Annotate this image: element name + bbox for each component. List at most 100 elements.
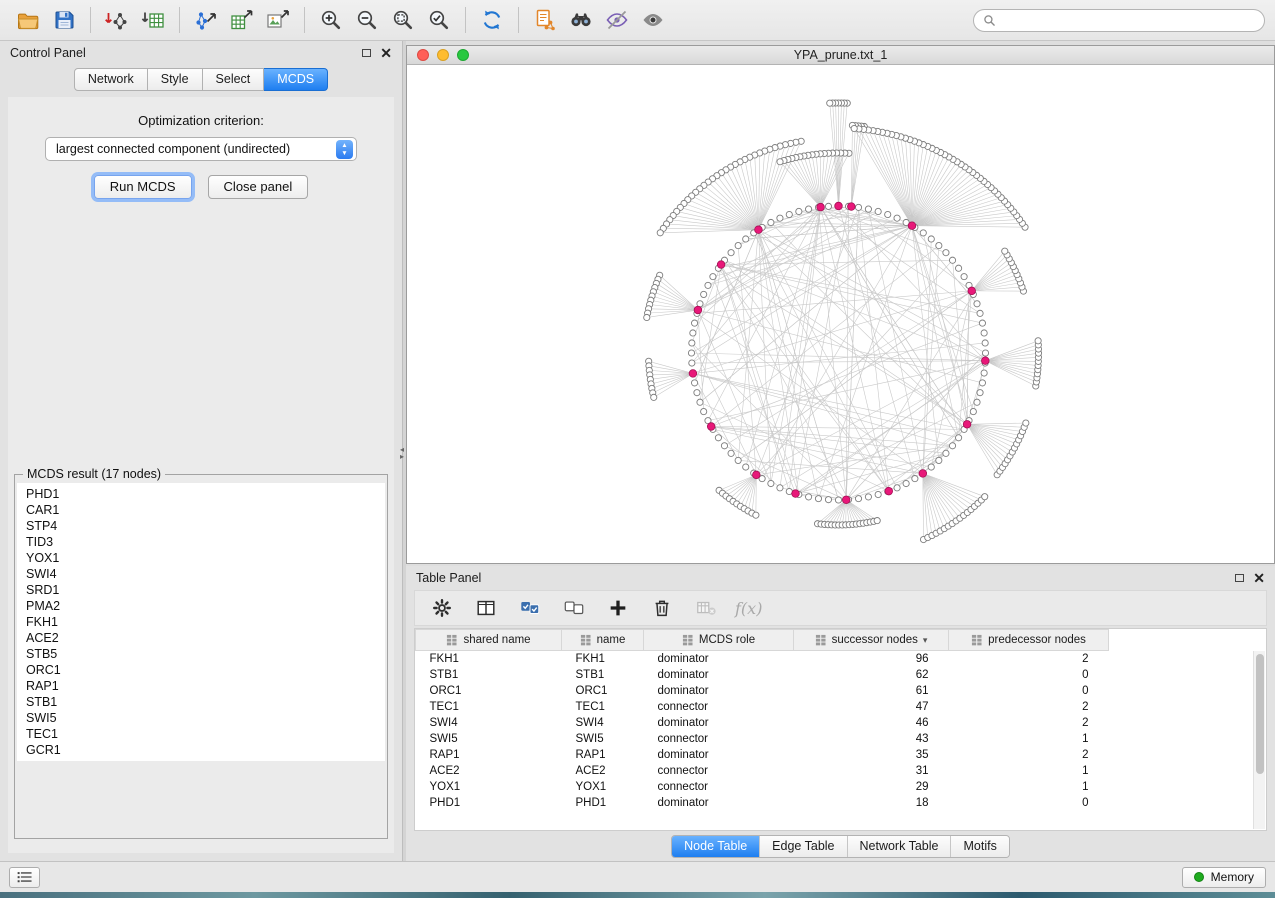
cell-name[interactable]: SWI4 [562,715,644,731]
tab-style[interactable]: Style [148,68,203,91]
show-graphics-icon[interactable] [635,4,671,36]
window-close-button[interactable] [417,49,429,61]
mcds-result-item[interactable]: YOX1 [17,550,385,566]
table-row[interactable]: ACE2ACE2connector311 [416,763,1109,779]
scrollbar-thumb[interactable] [1256,654,1265,774]
table-row[interactable]: PHD1PHD1dominator180 [416,795,1109,811]
select-all-icon[interactable] [515,594,545,622]
float-table-panel-icon[interactable] [1235,574,1244,582]
mcds-result-item[interactable]: STB1 [17,694,385,710]
cell-name[interactable]: RAP1 [562,747,644,763]
cell-shared-name[interactable]: SWI5 [416,731,562,747]
panel-splitter[interactable]: ◂▸ [402,41,406,861]
cell-predecessor-nodes[interactable]: 1 [949,779,1109,795]
export-network-icon[interactable] [188,4,224,36]
cell-mcds-role[interactable]: dominator [644,747,794,763]
hide-graphics-icon[interactable] [599,4,635,36]
view-options-icon[interactable] [9,867,40,888]
import-network-icon[interactable] [99,4,135,36]
cell-name[interactable]: PHD1 [562,795,644,811]
cell-predecessor-nodes[interactable]: 2 [949,715,1109,731]
table-row[interactable]: FKH1FKH1dominator962 [416,651,1109,667]
cell-shared-name[interactable]: YOX1 [416,779,562,795]
cell-mcds-role[interactable]: connector [644,731,794,747]
cell-mcds-role[interactable]: dominator [644,651,794,667]
cell-mcds-role[interactable]: connector [644,699,794,715]
import-table-icon[interactable] [135,4,171,36]
criterion-select[interactable]: largest connected component (undirected)… [45,137,357,161]
cell-shared-name[interactable]: RAP1 [416,747,562,763]
table-row[interactable]: SWI4SWI4dominator462 [416,715,1109,731]
close-table-panel-icon[interactable]: ✕ [1253,571,1265,585]
cell-predecessor-nodes[interactable]: 1 [949,731,1109,747]
splitter-collapse-icon[interactable]: ◂▸ [400,446,404,460]
run-mcds-button[interactable]: Run MCDS [94,175,192,199]
cell-successor-nodes[interactable]: 31 [794,763,949,779]
deselect-all-icon[interactable] [559,594,589,622]
add-row-icon[interactable] [603,594,633,622]
cell-name[interactable]: SWI5 [562,731,644,747]
mcds-result-item[interactable]: PMA2 [17,598,385,614]
cell-shared-name[interactable]: TEC1 [416,699,562,715]
window-minimize-button[interactable] [437,49,449,61]
cell-predecessor-nodes[interactable]: 0 [949,667,1109,683]
cell-predecessor-nodes[interactable]: 0 [949,795,1109,811]
mcds-result-item[interactable]: TID3 [17,534,385,550]
mcds-result-item[interactable]: FKH1 [17,614,385,630]
column-header-mcds-role[interactable]: MCDS role [644,630,794,651]
columns-icon[interactable] [471,594,501,622]
tab-network-table[interactable]: Network Table [847,836,951,857]
mcds-result-item[interactable]: GCR1 [17,742,385,758]
cell-mcds-role[interactable]: dominator [644,715,794,731]
search-field[interactable] [973,9,1265,32]
cell-mcds-role[interactable]: connector [644,763,794,779]
cell-predecessor-nodes[interactable]: 2 [949,699,1109,715]
cell-name[interactable]: TEC1 [562,699,644,715]
column-header-name[interactable]: name [562,630,644,651]
mcds-result-item[interactable]: SWI4 [17,566,385,582]
save-session-icon[interactable] [46,4,82,36]
network-canvas[interactable] [407,65,1274,563]
close-panel-button[interactable]: Close panel [208,175,309,199]
cell-successor-nodes[interactable]: 18 [794,795,949,811]
column-header-predecessor-nodes[interactable]: predecessor nodes [949,630,1109,651]
mcds-result-item[interactable]: PHD1 [17,486,385,502]
export-table-icon[interactable] [224,4,260,36]
search-input[interactable] [1002,13,1255,27]
cell-mcds-role[interactable]: dominator [644,795,794,811]
clear-formula-icon[interactable] [691,594,721,622]
cell-name[interactable]: YOX1 [562,779,644,795]
tab-motifs[interactable]: Motifs [950,836,1008,857]
cell-successor-nodes[interactable]: 96 [794,651,949,667]
window-zoom-button[interactable] [457,49,469,61]
refresh-view-icon[interactable] [474,4,510,36]
mcds-result-item[interactable]: TEC1 [17,726,385,742]
mcds-result-list[interactable]: PHD1CAR1STP4TID3YOX1SWI4SRD1PMA2FKH1ACE2… [17,483,385,761]
cell-shared-name[interactable]: ORC1 [416,683,562,699]
cell-name[interactable]: STB1 [562,667,644,683]
cell-successor-nodes[interactable]: 62 [794,667,949,683]
mcds-result-item[interactable]: SRD1 [17,582,385,598]
table-row[interactable]: SWI5SWI5connector431 [416,731,1109,747]
table-row[interactable]: YOX1YOX1connector291 [416,779,1109,795]
cell-name[interactable]: ACE2 [562,763,644,779]
tab-mcds[interactable]: MCDS [264,68,328,91]
cell-shared-name[interactable]: SWI4 [416,715,562,731]
cell-successor-nodes[interactable]: 46 [794,715,949,731]
cell-shared-name[interactable]: ACE2 [416,763,562,779]
function-builder-icon[interactable]: f(x) [735,599,762,618]
open-session-icon[interactable] [10,4,46,36]
mcds-result-item[interactable]: ACE2 [17,630,385,646]
close-panel-icon[interactable]: ✕ [380,46,392,60]
mcds-result-item[interactable]: ORC1 [17,662,385,678]
tab-select[interactable]: Select [203,68,265,91]
cell-shared-name[interactable]: FKH1 [416,651,562,667]
sort-chevron-icon[interactable]: ▾ [923,635,928,646]
tab-edge-table[interactable]: Edge Table [759,836,846,857]
cell-name[interactable]: FKH1 [562,651,644,667]
cell-predecessor-nodes[interactable]: 2 [949,747,1109,763]
cell-mcds-role[interactable]: connector [644,779,794,795]
table-row[interactable]: ORC1ORC1dominator610 [416,683,1109,699]
export-image-icon[interactable] [260,4,296,36]
cell-shared-name[interactable]: STB1 [416,667,562,683]
